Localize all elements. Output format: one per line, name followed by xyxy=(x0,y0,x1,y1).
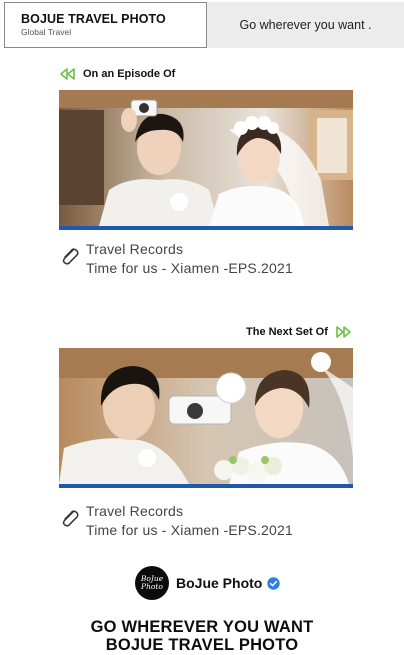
brand-title: BOJUE TRAVEL PHOTO xyxy=(21,12,166,26)
double-chevron-left-icon xyxy=(59,68,77,80)
footer-line-2: BOJUE TRAVEL PHOTO xyxy=(105,636,299,654)
record-item[interactable]: Travel Records Time for us - Xiamen -EPS… xyxy=(59,241,353,281)
verified-badge-icon xyxy=(267,576,281,590)
paperclip-icon xyxy=(59,507,81,534)
account-name[interactable]: BoJue Photo xyxy=(176,575,262,591)
double-chevron-right-icon xyxy=(334,326,352,338)
record-item[interactable]: Travel Records Time for us - Xiamen -EPS… xyxy=(59,503,353,543)
account-row[interactable]: BoJue Photo BoJue Photo xyxy=(135,565,281,601)
section-heading-text: The Next Set Of xyxy=(246,326,328,338)
episode-photo[interactable] xyxy=(59,90,353,230)
avatar-logo-text: BoJue Photo xyxy=(140,574,164,591)
section-heading-previous[interactable]: On an Episode Of xyxy=(59,68,175,80)
section-heading-next[interactable]: The Next Set Of xyxy=(246,326,352,338)
record-title: Travel Records xyxy=(86,503,184,519)
next-set-photo[interactable] xyxy=(59,348,353,488)
footer-line-1: GO WHEREVER YOU WANT xyxy=(90,618,314,636)
brand-block[interactable]: BOJUE TRAVEL PHOTO Global Travel xyxy=(4,2,207,48)
record-subtitle: Time for us - Xiamen -EPS.2021 xyxy=(86,260,294,276)
avatar[interactable]: BoJue Photo xyxy=(135,566,169,600)
record-title: Travel Records xyxy=(86,241,184,257)
record-subtitle: Time for us - Xiamen -EPS.2021 xyxy=(86,522,294,538)
slogan-text: Go wherever you want . xyxy=(239,18,372,32)
section-heading-text: On an Episode Of xyxy=(83,68,176,80)
top-header: BOJUE TRAVEL PHOTO Global Travel Go wher… xyxy=(0,0,404,48)
brand-subtitle: Global Travel xyxy=(21,27,72,37)
slogan-banner: Go wherever you want . xyxy=(207,2,404,48)
paperclip-icon xyxy=(59,245,81,272)
